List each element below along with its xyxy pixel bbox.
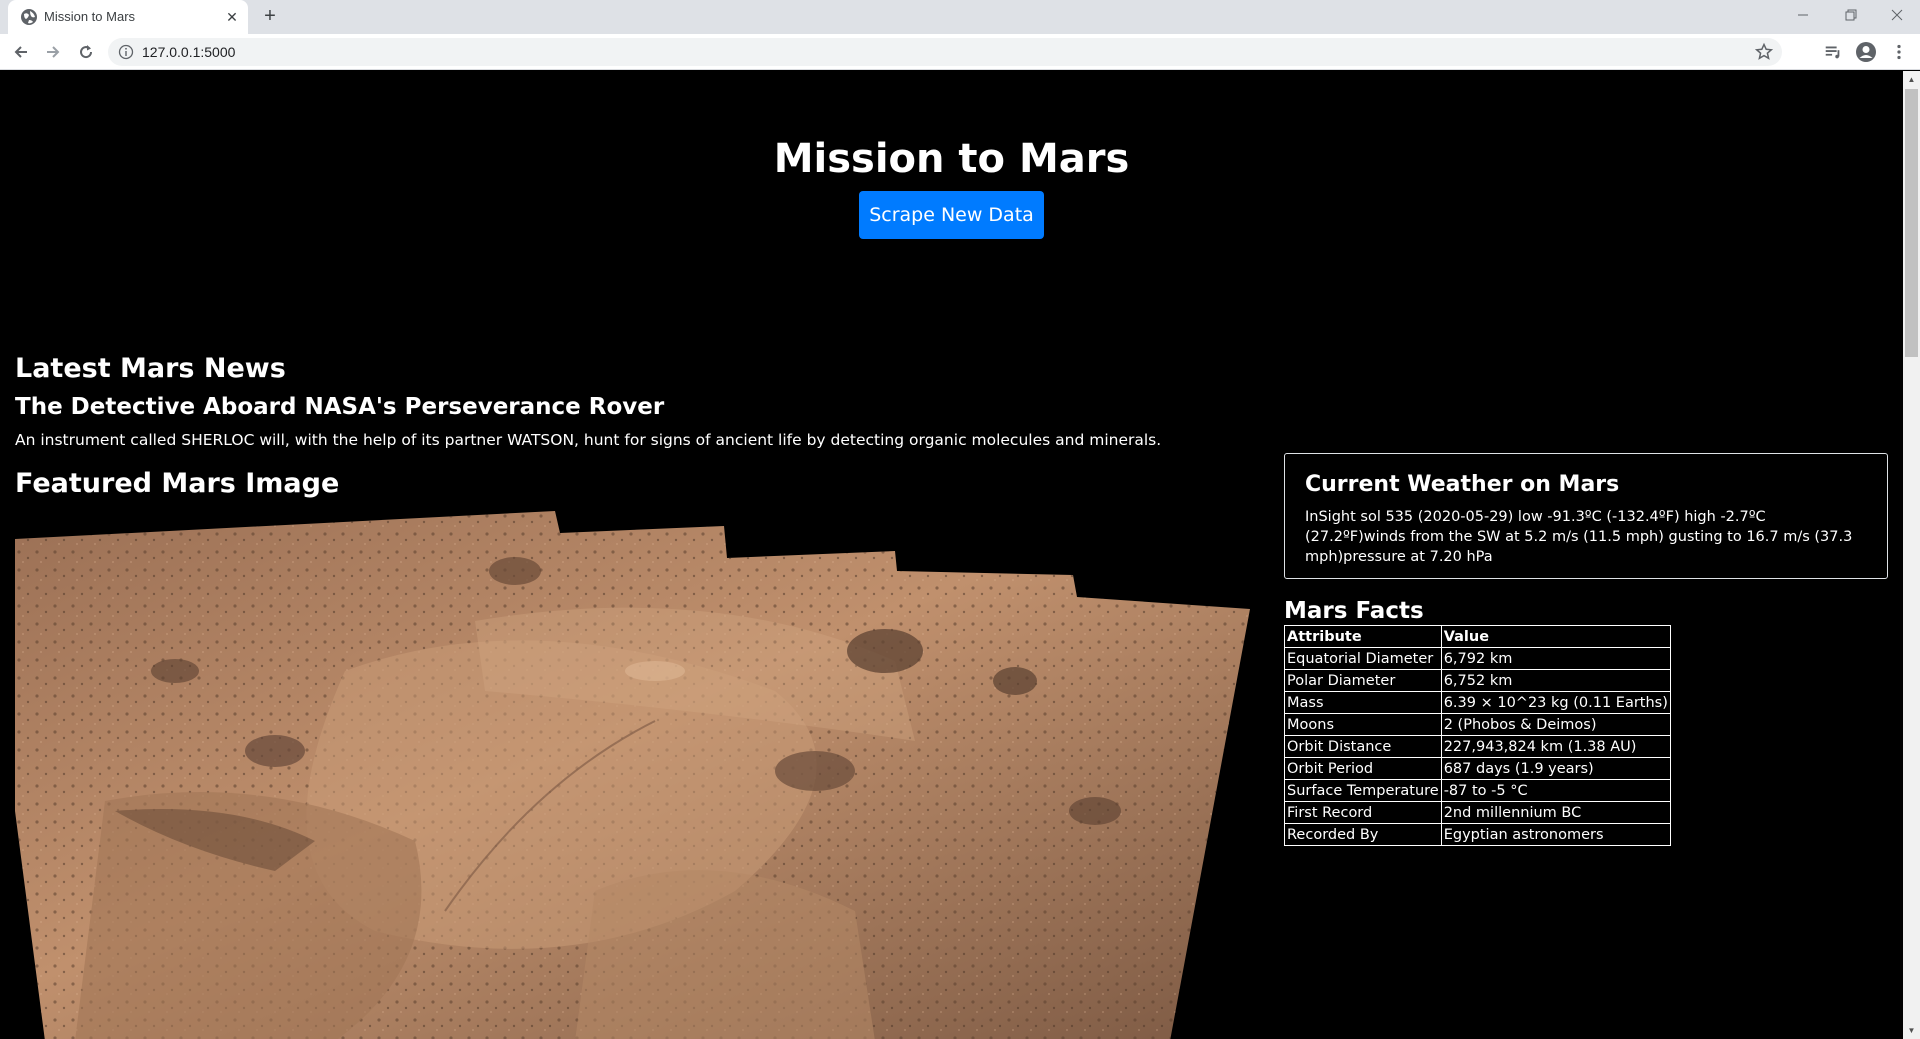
news-heading: Latest Mars News: [15, 353, 286, 384]
news-title: The Detective Aboard NASA's Perseverance…: [15, 394, 665, 420]
fact-attribute: Mass: [1284, 691, 1442, 714]
fact-value: 6,792 km: [1440, 647, 1671, 670]
scroll-down-icon[interactable]: ▼: [1903, 1022, 1920, 1039]
page-title: Mission to Mars: [773, 136, 1130, 182]
fact-value: 2nd millennium BC: [1440, 801, 1671, 824]
table-row: Recorded By Egyptian astronomers: [1284, 823, 1671, 846]
fact-attribute: Polar Diameter: [1284, 669, 1442, 692]
scroll-up-icon[interactable]: ▲: [1903, 71, 1920, 88]
info-icon[interactable]: [118, 44, 134, 60]
close-window-icon[interactable]: [1874, 0, 1920, 30]
bookmark-star-icon[interactable]: [1754, 42, 1774, 62]
fact-attribute: Orbit Period: [1284, 757, 1442, 780]
fact-value: 227,943,824 km (1.38 AU): [1440, 735, 1671, 758]
mars-facts-table: Attribute Value Equatorial Diameter 6,792…: [1284, 625, 1671, 846]
fact-value: Egyptian astronomers: [1440, 823, 1671, 846]
fact-attribute: Surface Temperature: [1284, 779, 1442, 802]
scrape-new-data-button[interactable]: Scrape New Data: [859, 191, 1044, 239]
column-header: Attribute: [1284, 625, 1442, 648]
weather-text: InSight sol 535 (2020-05-29) low -91.3ºC…: [1305, 509, 1853, 565]
globe-icon: [20, 8, 38, 26]
weather-heading: Current Weather on Mars: [1305, 472, 1620, 497]
browser-toolbar: 127.0.0.1:5000: [0, 34, 1920, 70]
table-row: First Record 2nd millennium BC: [1284, 801, 1671, 824]
fact-value: 6,752 km: [1440, 669, 1671, 692]
table-header-row: Attribute Value: [1284, 625, 1671, 648]
fact-value: 6.39 × 10^23 kg (0.11 Earths): [1440, 691, 1671, 714]
fact-attribute: First Record: [1284, 801, 1442, 824]
close-tab-icon[interactable]: ✕: [222, 7, 242, 27]
table-row: Surface Temperature -87 to -5 °C: [1284, 779, 1671, 802]
new-tab-icon[interactable]: +: [258, 5, 282, 29]
vertical-scrollbar[interactable]: ▲ ▼: [1903, 71, 1920, 1039]
featured-image-heading: Featured Mars Image: [15, 468, 340, 499]
address-bar[interactable]: 127.0.0.1:5000: [108, 38, 1782, 66]
weather-card: Current Weather on Mars InSight sol 535 …: [1284, 453, 1888, 579]
restore-icon[interactable]: [1828, 0, 1874, 30]
media-playlist-icon[interactable]: [1822, 41, 1844, 63]
table-row: Mass 6.39 × 10^23 kg (0.11 Earths): [1284, 691, 1671, 714]
fact-value: 687 days (1.9 years): [1440, 757, 1671, 780]
menu-kebab-icon[interactable]: [1888, 41, 1910, 63]
table-row: Equatorial Diameter 6,792 km: [1284, 647, 1671, 670]
minimize-icon[interactable]: [1780, 0, 1826, 30]
back-icon[interactable]: [9, 40, 33, 64]
fact-attribute: Orbit Distance: [1284, 735, 1442, 758]
url-text: 127.0.0.1:5000: [142, 44, 236, 60]
news-teaser: An instrument called SHERLOC will, with …: [15, 431, 1162, 449]
fact-value: -87 to -5 °C: [1440, 779, 1671, 802]
fact-value: 2 (Phobos & Deimos): [1440, 713, 1671, 736]
tab-strip: Mission to Mars ✕ +: [0, 0, 1920, 34]
table-row: Orbit Period 687 days (1.9 years): [1284, 757, 1671, 780]
profile-avatar-icon[interactable]: [1855, 41, 1877, 63]
table-row: Moons 2 (Phobos & Deimos): [1284, 713, 1671, 736]
mars-facts-heading: Mars Facts: [1284, 598, 1424, 624]
jumbotron: Mission to Mars Scrape New Data: [0, 71, 1903, 271]
tab-title: Mission to Mars: [44, 9, 136, 24]
scrollbar-thumb[interactable]: [1905, 89, 1918, 357]
table-row: Orbit Distance 227,943,824 km (1.38 AU): [1284, 735, 1671, 758]
column-header: Value: [1440, 625, 1671, 648]
table-row: Polar Diameter 6,752 km: [1284, 669, 1671, 692]
browser-tab[interactable]: Mission to Mars ✕: [8, 0, 248, 34]
fact-attribute: Recorded By: [1284, 823, 1442, 846]
fact-attribute: Equatorial Diameter: [1284, 647, 1442, 670]
fact-attribute: Moons: [1284, 713, 1442, 736]
page-viewport: Mission to Mars Scrape New Data Latest M…: [0, 71, 1903, 1039]
featured-mars-image: [15, 511, 1250, 1039]
reload-icon[interactable]: [74, 40, 98, 64]
forward-icon[interactable]: [41, 40, 65, 64]
